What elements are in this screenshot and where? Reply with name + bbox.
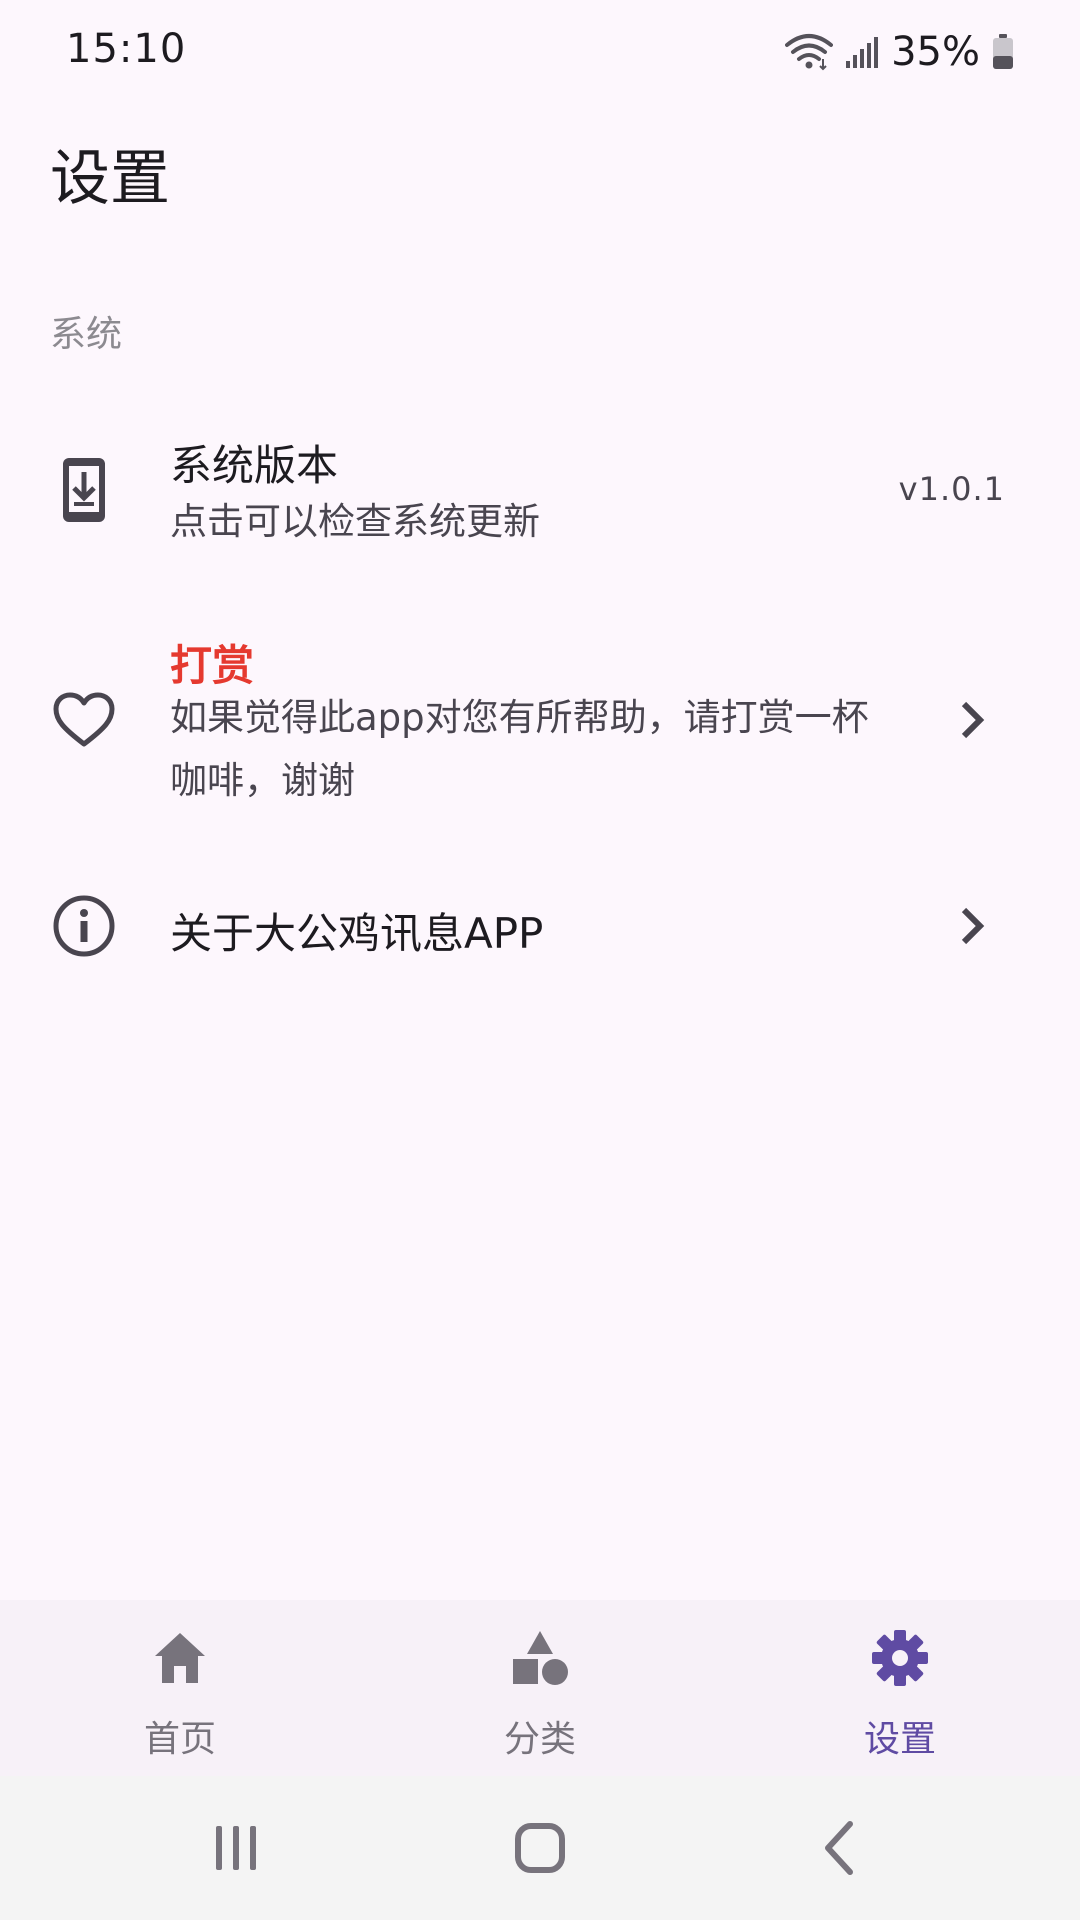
version-value: v1.0.1 xyxy=(898,470,1005,508)
nav-item-settings[interactable]: 设置 xyxy=(800,1600,1000,1776)
version-subtitle: 点击可以检查系统更新 xyxy=(170,500,540,543)
nav-label-home: 首页 xyxy=(143,1719,216,1760)
about-title: 关于大公鸡讯息APP xyxy=(170,909,544,958)
settings-row-about[interactable]: 关于大公鸡讯息APP xyxy=(0,880,1080,970)
category-shapes-icon xyxy=(513,1631,568,1685)
reward-subtitle: 如果觉得此app对您有所帮助，请打赏一杯咖啡，谢谢 xyxy=(170,696,869,802)
back-icon[interactable] xyxy=(800,1806,880,1890)
version-title: 系统版本 xyxy=(170,441,339,490)
battery-icon xyxy=(993,34,1013,69)
chevron-right-icon xyxy=(961,701,985,739)
bottom-nav: 首页 分类 设置 xyxy=(0,1600,1080,1776)
signal-icon xyxy=(846,37,879,68)
page-title: 设置 xyxy=(50,144,170,214)
phone-download-icon xyxy=(50,456,118,524)
recent-apps-icon[interactable] xyxy=(196,1806,276,1890)
gear-icon xyxy=(872,1630,928,1686)
section-header: 系统 xyxy=(50,314,123,355)
nav-label-category: 分类 xyxy=(503,1719,576,1760)
home-button-icon[interactable] xyxy=(500,1806,580,1890)
system-nav-bar xyxy=(0,1776,1080,1920)
settings-row-version[interactable]: 系统版本 点击可以检查系统更新 v1.0.1 xyxy=(0,420,1080,560)
status-bar: 15:10 35% xyxy=(0,0,1080,100)
nav-item-category[interactable]: 分类 xyxy=(440,1600,640,1776)
nav-label-settings: 设置 xyxy=(863,1719,936,1760)
chevron-right-icon xyxy=(961,907,985,945)
reward-title: 打赏 xyxy=(170,641,255,690)
settings-row-reward[interactable]: 打赏 如果觉得此app对您有所帮助，请打赏一杯咖啡，谢谢 xyxy=(0,620,1080,820)
status-icons: 35% xyxy=(785,28,1014,76)
heart-outline-icon xyxy=(50,686,118,754)
battery-percent: 35% xyxy=(891,29,980,75)
nav-item-home[interactable]: 首页 xyxy=(80,1600,280,1776)
info-icon xyxy=(50,892,118,960)
home-icon xyxy=(155,1633,205,1683)
status-time: 15:10 xyxy=(66,26,187,72)
wifi-icon xyxy=(785,34,834,71)
